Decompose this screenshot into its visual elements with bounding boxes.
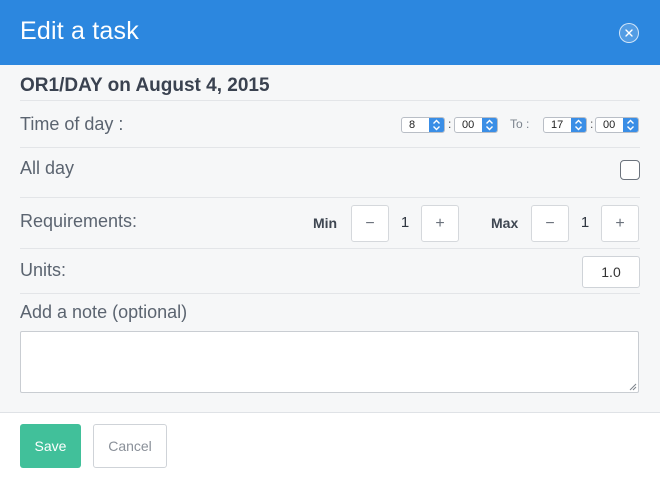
select-arrows-icon: [482, 118, 497, 132]
modal-header: Edit a task: [0, 0, 660, 65]
select-arrows-icon: [571, 118, 586, 132]
min-decrement-button[interactable]: −: [351, 205, 389, 242]
resize-grip-icon[interactable]: [629, 383, 637, 391]
from-hour-select[interactable]: 8: [401, 117, 445, 133]
time-of-day-label: Time of day :: [20, 114, 124, 134]
divider: [20, 147, 640, 148]
modal-title: Edit a task: [20, 17, 139, 45]
to-hour-select[interactable]: 17: [543, 117, 587, 133]
requirements-label: Requirements:: [20, 211, 138, 231]
units-input[interactable]: 1.0: [582, 256, 640, 288]
all-day-checkbox[interactable]: [620, 160, 640, 180]
from-minute-value: 00: [462, 119, 475, 131]
divider: [20, 248, 640, 249]
from-minute-select[interactable]: 00: [454, 117, 498, 133]
to-label: To :: [510, 117, 530, 131]
to-minute-select[interactable]: 00: [595, 117, 639, 133]
divider: [20, 100, 640, 101]
max-decrement-button[interactable]: −: [531, 205, 569, 242]
close-button[interactable]: [619, 23, 639, 43]
time-separator: :: [590, 117, 594, 131]
select-arrows-icon: [429, 118, 444, 132]
from-hour-value: 8: [409, 119, 416, 131]
task-subtitle: OR1/DAY on August 4, 2015: [20, 75, 270, 96]
min-value: 1: [400, 214, 410, 231]
divider: [20, 197, 640, 198]
min-increment-button[interactable]: +: [421, 205, 459, 242]
all-day-label: All day: [20, 158, 75, 178]
to-minute-value: 00: [603, 119, 616, 131]
close-icon: [625, 29, 633, 37]
max-value: 1: [580, 214, 590, 231]
time-separator: :: [448, 117, 452, 131]
divider: [20, 293, 640, 294]
to-hour-value: 17: [551, 119, 564, 131]
select-arrows-icon: [623, 118, 638, 132]
note-label: Add a note (optional): [20, 302, 188, 322]
save-button[interactable]: Save: [20, 424, 81, 468]
max-increment-button[interactable]: +: [601, 205, 639, 242]
min-label: Min: [313, 215, 338, 231]
cancel-button[interactable]: Cancel: [93, 424, 167, 468]
max-label: Max: [491, 215, 519, 231]
note-textarea[interactable]: [20, 331, 639, 393]
units-label: Units:: [20, 260, 67, 280]
